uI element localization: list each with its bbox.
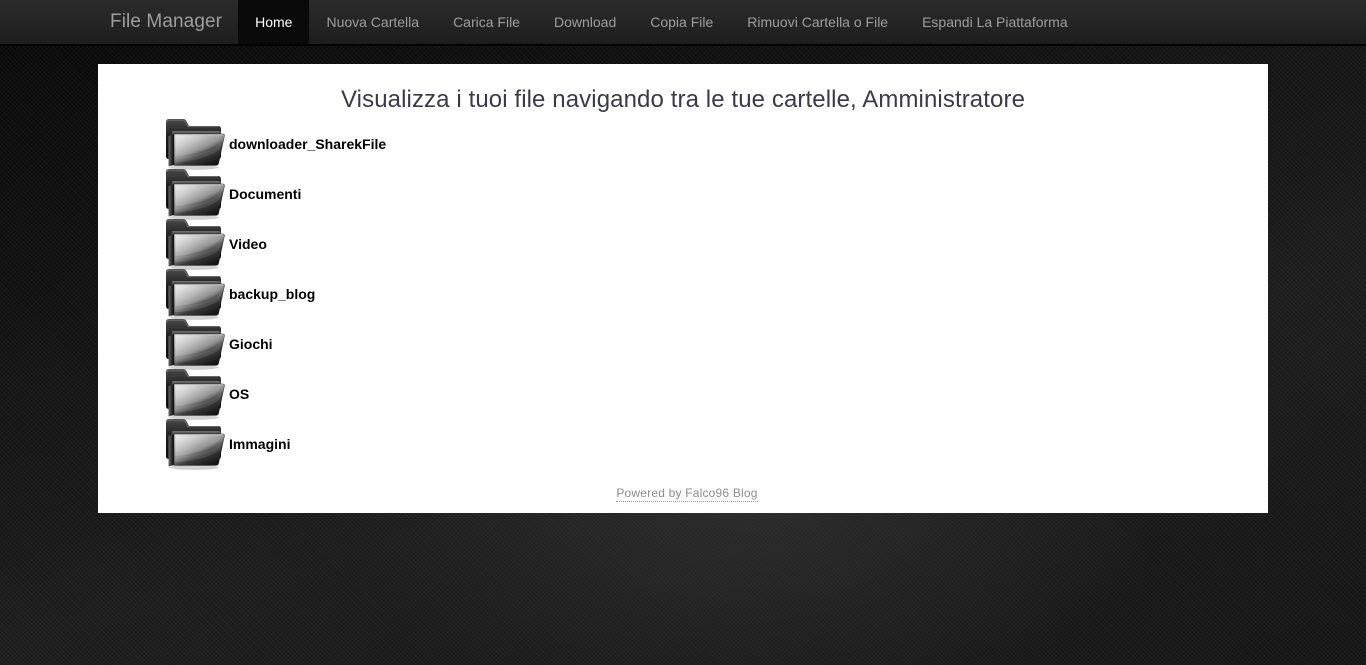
navbar-brand[interactable]: File Manager (98, 0, 238, 44)
nav-item-rimuovi-cartella-o-file[interactable]: Rimuovi Cartella o File (730, 0, 905, 44)
folder-item[interactable]: Video (163, 216, 386, 271)
navbar-inner: File Manager Home Nuova Cartella Carica Fi… (98, 0, 1085, 44)
nav-item-espandi-la-piattaforma[interactable]: Espandi La Piattaforma (905, 0, 1085, 44)
folder-icon[interactable] (163, 216, 225, 271)
folder-item[interactable]: backup_blog (163, 266, 386, 321)
folder-icon[interactable] (163, 316, 225, 371)
nav-item-copia-file[interactable]: Copia File (633, 0, 730, 44)
folder-item[interactable]: downloader_SharekFile (163, 116, 386, 171)
folder-icon[interactable] (163, 366, 225, 421)
folder-icon[interactable] (163, 416, 225, 471)
folder-name-label[interactable]: Giochi (229, 337, 273, 351)
footer-credit-wrap: Powered by Falco96 Blog (616, 484, 758, 502)
folder-item[interactable]: Documenti (163, 166, 386, 221)
nav-item-download[interactable]: Download (537, 0, 633, 44)
nav-item-carica-file[interactable]: Carica File (436, 0, 537, 44)
folder-icon[interactable] (163, 116, 225, 171)
folder-name-label[interactable]: OS (229, 387, 249, 401)
folder-name-label[interactable]: downloader_SharekFile (229, 137, 386, 151)
folder-icon[interactable] (163, 166, 225, 221)
nav-item-home[interactable]: Home (238, 0, 310, 44)
footer-credit-link[interactable]: Powered by Falco96 Blog (616, 486, 758, 502)
folder-item[interactable]: Giochi (163, 316, 386, 371)
folder-item[interactable]: Immagini (163, 416, 386, 471)
page-title: Visualizza i tuoi file navigando tra le … (340, 86, 1026, 113)
footer-credit: Powered by Falco96 Blog (98, 484, 1268, 502)
folder-item[interactable]: OS (163, 366, 386, 421)
folder-name-label[interactable]: Immagini (229, 437, 290, 451)
folder-name-label[interactable]: Video (229, 237, 267, 251)
folder-name-label[interactable]: Documenti (229, 187, 301, 201)
nav-item-nuova-cartella[interactable]: Nuova Cartella (309, 0, 436, 44)
folder-name-label[interactable]: backup_blog (229, 287, 315, 301)
navbar-menu: Home Nuova Cartella Carica File Download Cop… (238, 0, 1085, 44)
folder-icon[interactable] (163, 266, 225, 321)
folder-list: downloader_SharekFile Documenti Video backu… (163, 116, 386, 471)
top-navbar: File Manager Home Nuova Cartella Carica Fi… (0, 0, 1366, 46)
content-panel: Visualizza i tuoi file navigando tra le … (98, 64, 1268, 513)
